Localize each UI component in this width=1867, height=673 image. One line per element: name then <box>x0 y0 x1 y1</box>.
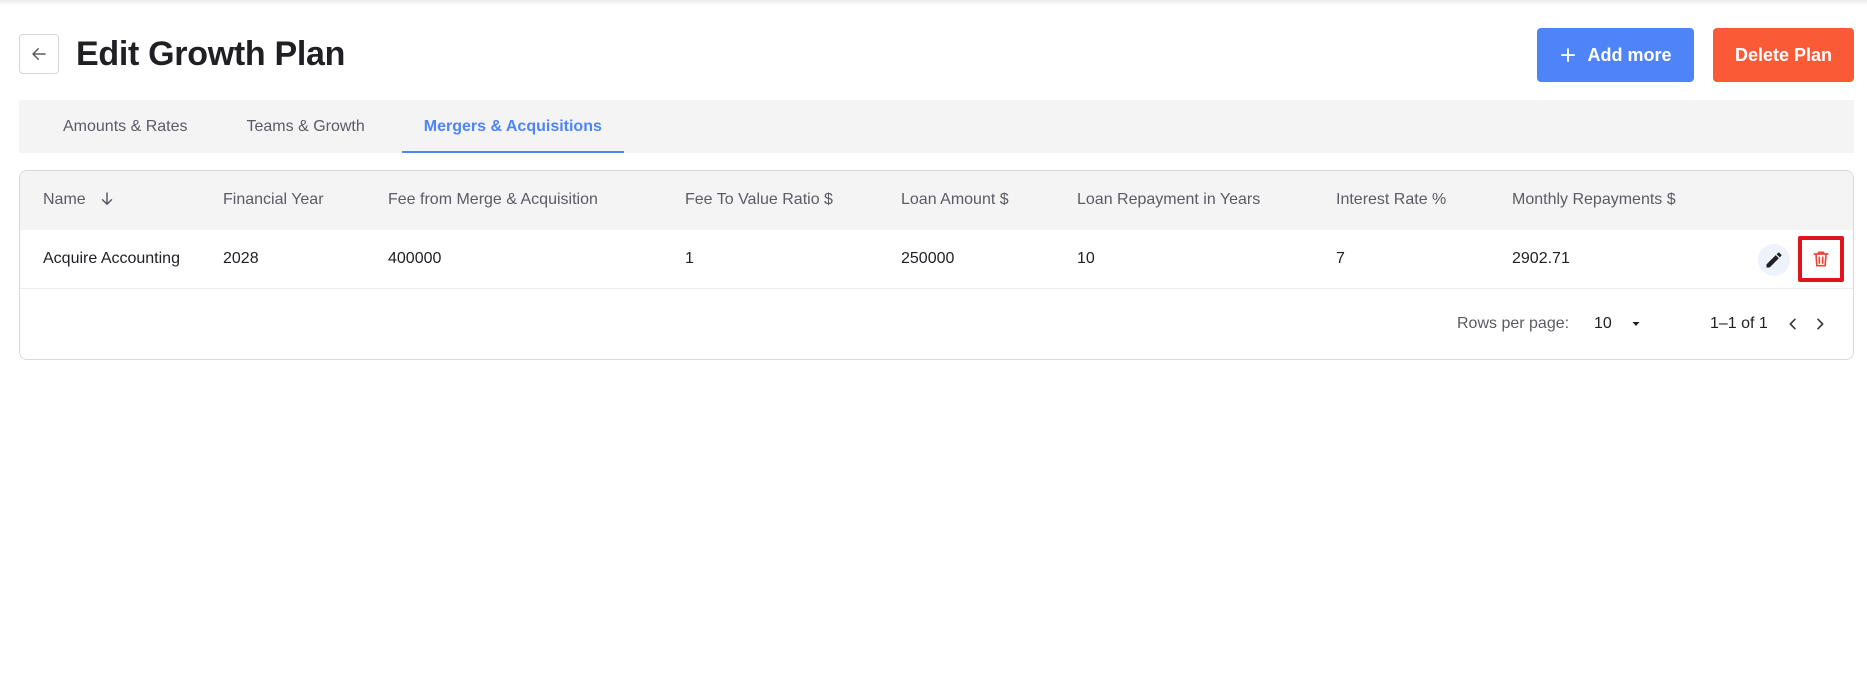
page-title: Edit Growth Plan <box>76 35 346 73</box>
rows-per-page-label: Rows per page: <box>1457 315 1570 332</box>
arrow-down-icon[interactable] <box>98 190 116 208</box>
top-shadow <box>0 0 1867 6</box>
rows-per-page-value: 10 <box>1594 315 1612 332</box>
pagination-range: 1–1 of 1 <box>1710 315 1768 332</box>
back-button[interactable] <box>19 34 59 74</box>
column-header-fee[interactable]: Fee from Merge & Acquisition <box>388 191 598 209</box>
add-more-label: Add more <box>1587 44 1672 65</box>
chevron-right-icon <box>1817 318 1824 330</box>
tab-mergers-acquisitions[interactable]: Mergers & Acquisitions <box>401 100 624 153</box>
delete-row-button[interactable] <box>1798 236 1844 282</box>
column-header-fee-ratio[interactable]: Fee To Value Ratio $ <box>685 191 833 209</box>
table-row: Acquire Accounting 2028 400000 1 250000 … <box>20 230 1853 289</box>
cell-name: Acquire Accounting <box>43 250 180 267</box>
cell-loan-repayment: 10 <box>1077 250 1095 267</box>
tab-bar: Amounts & Rates Teams & Growth Mergers &… <box>19 100 1854 153</box>
column-header-interest-rate[interactable]: Interest Rate % <box>1336 191 1446 209</box>
column-header-financial-year[interactable]: Financial Year <box>223 191 324 209</box>
delete-plan-button[interactable]: Delete Plan <box>1713 28 1854 82</box>
caret-down-icon <box>1632 322 1640 326</box>
column-header-loan-amount[interactable]: Loan Amount $ <box>901 191 1009 209</box>
cell-loan-amount: 250000 <box>901 250 955 267</box>
pencil-icon <box>1766 252 1782 268</box>
tab-amounts-rates[interactable]: Amounts & Rates <box>41 100 210 153</box>
cell-fee-ratio: 1 <box>685 250 694 267</box>
plus-icon <box>1561 48 1576 62</box>
rows-per-page-select[interactable]: 10 <box>1594 311 1642 337</box>
cell-financial-year: 2028 <box>223 250 259 267</box>
previous-page-button[interactable] <box>1781 311 1805 337</box>
table-header: Name Financial Year Fee from Merge & Acq… <box>20 171 1853 231</box>
column-header-monthly-repayments[interactable]: Monthly Repayments $ <box>1512 191 1676 209</box>
edit-row-button[interactable] <box>1758 244 1790 276</box>
chevron-left-icon <box>1789 318 1796 330</box>
trash-icon <box>1813 251 1829 267</box>
cell-interest-rate: 7 <box>1336 250 1345 267</box>
column-header-loan-repayment[interactable]: Loan Repayment in Years <box>1077 191 1260 209</box>
tab-teams-growth[interactable]: Teams & Growth <box>225 100 387 153</box>
cell-monthly-repayments: 2902.71 <box>1512 250 1570 267</box>
arrow-left-icon <box>32 48 46 60</box>
delete-plan-label: Delete Plan <box>1734 44 1833 65</box>
cell-fee: 400000 <box>388 250 442 267</box>
column-header-name[interactable]: Name <box>43 191 86 209</box>
add-more-button[interactable]: Add more <box>1537 28 1694 82</box>
mergers-table: Name Financial Year Fee from Merge & Acq… <box>19 170 1854 360</box>
next-page-button[interactable] <box>1808 311 1832 337</box>
